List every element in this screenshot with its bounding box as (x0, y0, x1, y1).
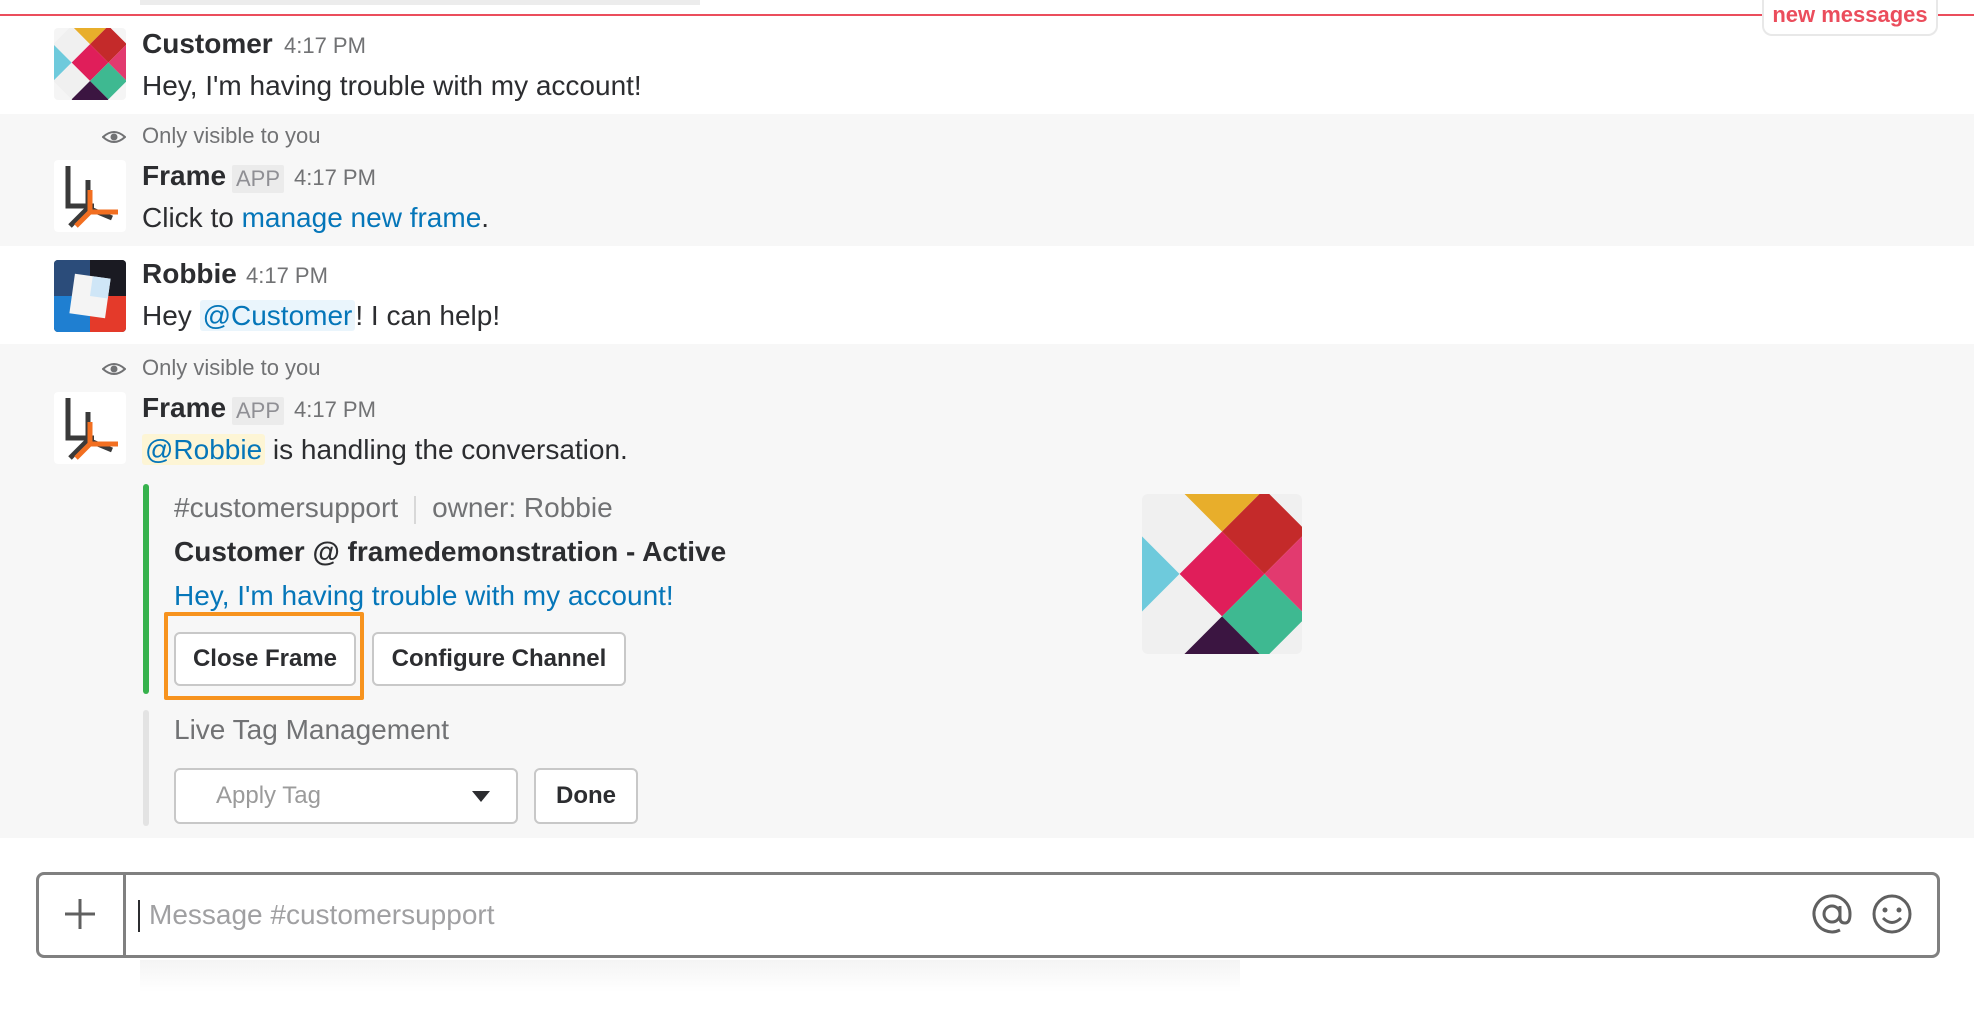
owner-field: owner: Robbie (432, 492, 613, 523)
at-icon[interactable] (1810, 892, 1854, 941)
timestamp[interactable]: 4:17 PM (284, 28, 366, 64)
tag-accent-bar (143, 710, 149, 826)
timestamp[interactable]: 4:17 PM (294, 160, 376, 196)
frame-app-avatar[interactable] (54, 160, 126, 232)
user-mention[interactable]: @Robbie (142, 434, 266, 465)
timestamp[interactable]: 4:17 PM (246, 258, 328, 294)
attachment-thumbnail[interactable] (1142, 494, 1302, 654)
message-text: Hey, I'm having trouble with my account! (142, 70, 642, 101)
visibility-label: Only visible to you (142, 355, 321, 380)
emoji-icon[interactable] (1870, 892, 1914, 941)
visibility-note: Only visible to you (101, 354, 321, 383)
message-composer (36, 872, 1940, 958)
message-customer: Customer 4:17 PM Hey, I'm having trouble… (0, 20, 1974, 114)
robbie-avatar[interactable] (54, 260, 126, 332)
visibility-note: Only visible to you (101, 122, 321, 151)
chevron-down-icon (472, 791, 490, 802)
eye-icon (101, 123, 127, 151)
message-frame-ephemeral-1: Only visible to you Frame APP 4:17 PM Cl… (0, 114, 1974, 246)
tag-management-title: Live Tag Management (174, 714, 449, 745)
apply-tag-select[interactable]: Apply Tag (174, 768, 518, 824)
text-prefix: Click to (142, 202, 242, 233)
message-text: Click to manage new frame. (142, 200, 489, 236)
author-name[interactable]: Frame (142, 390, 226, 426)
field-divider (414, 495, 417, 524)
visibility-label: Only visible to you (142, 123, 321, 148)
customer-avatar[interactable] (54, 28, 126, 100)
attachment-accent-bar (143, 484, 149, 694)
eye-icon (101, 355, 127, 383)
app-badge: APP (232, 397, 285, 425)
text-prefix: Hey (142, 300, 200, 331)
text-cursor (138, 900, 140, 932)
attachment-pretext: #customersupport owner: Robbie (174, 490, 613, 526)
select-placeholder: Apply Tag (216, 782, 321, 809)
text-suffix: . (481, 202, 490, 233)
timestamp[interactable]: 4:17 PM (294, 392, 376, 428)
author-name[interactable]: Robbie (142, 256, 237, 292)
message-robbie: Robbie 4:17 PM Hey @Customer! I can help… (0, 246, 1974, 344)
message-text: @Robbie is handling the conversation. (142, 432, 628, 468)
message-text: Hey @Customer! I can help! (142, 298, 500, 334)
new-messages-divider (0, 14, 1974, 16)
done-button[interactable]: Done (534, 768, 638, 824)
frame-app-avatar[interactable] (54, 392, 126, 464)
author-name[interactable]: Customer (142, 26, 273, 62)
manage-frame-link[interactable]: manage new frame (242, 202, 482, 233)
plus-icon (59, 891, 101, 942)
text-suffix: ! I can help! (355, 300, 501, 331)
attachment-title: Customer @ framedemonstration - Active (174, 536, 727, 567)
configure-channel-button[interactable]: Configure Channel (372, 632, 626, 686)
text-suffix: is handling the conversation. (265, 434, 628, 465)
attach-button[interactable] (39, 875, 126, 955)
highlight-box (164, 612, 364, 700)
channel-name[interactable]: #customersupport (174, 492, 398, 523)
composer-shadow (140, 960, 1240, 992)
message-input[interactable] (137, 885, 1749, 945)
attachment-message-link[interactable]: Hey, I'm having trouble with my account! (174, 578, 674, 614)
user-mention[interactable]: @Customer (199, 300, 356, 331)
previous-message-fragment (140, 0, 700, 5)
author-name[interactable]: Frame (142, 158, 226, 194)
app-badge: APP (232, 165, 285, 193)
